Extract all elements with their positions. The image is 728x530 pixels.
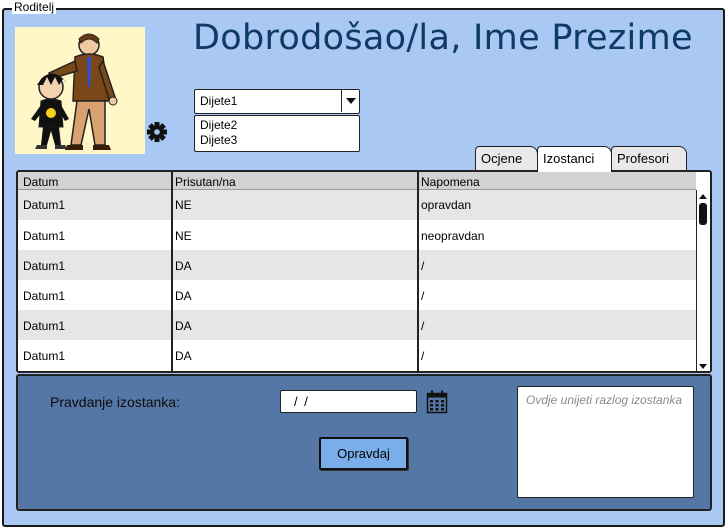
- welcome-heading: Dobrodošao/la, Ime Prezime: [193, 18, 693, 58]
- column-header-prisutan[interactable]: Prisutan/na: [175, 175, 236, 189]
- tab-profesori[interactable]: Profesori: [611, 146, 687, 171]
- cell-present: DA: [175, 289, 192, 303]
- cell-date: Datum1: [23, 319, 66, 333]
- table-scrollbar[interactable]: [696, 190, 710, 371]
- cell-date: Datum1: [23, 198, 66, 212]
- reason-textarea[interactable]: Ovdje unijeti razlog izostanka: [517, 386, 694, 498]
- table-row[interactable]: Datum1 NE opravdan: [18, 190, 696, 220]
- scroll-down-icon[interactable]: [699, 364, 707, 369]
- cell-note: /: [421, 319, 425, 333]
- cell-present: NE: [175, 229, 192, 243]
- cell-date: Datum1: [23, 259, 66, 273]
- table-row[interactable]: Datum1 DA /: [18, 310, 696, 340]
- cell-note: /: [421, 349, 425, 363]
- absences-table: Datum Prisutan/na Napomena Datum1 NE opr…: [16, 170, 712, 373]
- table-row[interactable]: Datum1 DA /: [18, 340, 696, 370]
- cell-note: neopravdan: [421, 229, 485, 243]
- table-row[interactable]: Datum1 DA /: [18, 250, 696, 280]
- cell-date: Datum1: [23, 289, 66, 303]
- cell-present: DA: [175, 349, 192, 363]
- child-option[interactable]: Dijete2: [200, 118, 237, 132]
- cell-present: DA: [175, 259, 192, 273]
- scroll-up-icon[interactable]: [699, 194, 707, 199]
- avatar: [15, 27, 145, 154]
- column-header-napomena[interactable]: Napomena: [421, 175, 480, 189]
- justification-label: Pravdanje izostanka:: [50, 394, 180, 410]
- cell-present: NE: [175, 198, 192, 212]
- scroll-thumb[interactable]: [699, 203, 707, 225]
- date-field[interactable]: / /: [280, 390, 417, 413]
- cell-present: DA: [175, 319, 192, 333]
- child-options-list: Dijete2 Dijete3: [194, 115, 360, 152]
- chevron-down-icon[interactable]: [341, 90, 359, 112]
- column-divider: [171, 172, 173, 371]
- column-header-datum[interactable]: Datum: [23, 175, 58, 189]
- column-divider: [417, 172, 419, 371]
- window-title: Roditelj: [12, 0, 57, 14]
- cell-date: Datum1: [23, 229, 66, 243]
- justify-button[interactable]: Opravdaj: [319, 437, 408, 470]
- cell-note: opravdan: [421, 198, 472, 212]
- tab-izostanci[interactable]: Izostanci: [537, 146, 612, 172]
- gear-icon[interactable]: [146, 121, 168, 143]
- cell-note: /: [421, 289, 425, 303]
- table-row[interactable]: Datum1 DA /: [18, 280, 696, 310]
- tab-ocjene[interactable]: Ocjene: [475, 146, 538, 171]
- child-select-value: Dijete1: [200, 94, 238, 108]
- table-row[interactable]: Datum1 NE neopravdan: [18, 220, 696, 250]
- child-select[interactable]: Dijete1: [194, 89, 360, 114]
- calendar-icon[interactable]: [426, 390, 448, 414]
- cell-date: Datum1: [23, 349, 66, 363]
- cell-note: /: [421, 259, 425, 273]
- child-option[interactable]: Dijete3: [200, 133, 237, 147]
- table-header: Datum Prisutan/na Napomena: [18, 172, 696, 190]
